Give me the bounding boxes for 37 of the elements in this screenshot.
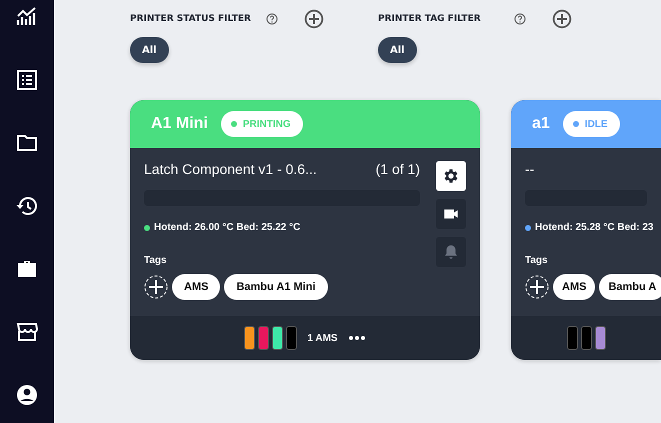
help-icon[interactable] [514, 13, 526, 25]
tag-chip[interactable]: Bambu A [599, 274, 661, 300]
printer-name: a1 [532, 115, 550, 133]
job-count: (1 of 1) [376, 161, 420, 179]
printer-name: A1 Mini [151, 115, 208, 133]
temperature-text: Hotend: 25.28 °C Bed: 23 [535, 222, 654, 233]
temperature-dot [525, 224, 531, 230]
account-icon[interactable] [15, 383, 39, 407]
tags-label: Tags [144, 255, 168, 266]
add-tag-icon[interactable] [525, 275, 549, 299]
filter-label: PRINTER STATUS FILTER [130, 14, 252, 24]
camera-button[interactable] [436, 199, 466, 229]
add-filter-icon[interactable] [304, 9, 324, 29]
filter-chip[interactable]: All [378, 37, 417, 63]
history-icon[interactable] [15, 194, 39, 218]
help-icon[interactable] [266, 13, 278, 25]
add-tag-icon[interactable] [144, 275, 168, 299]
add-filter-icon[interactable] [552, 9, 572, 29]
tags-label: Tags [525, 255, 549, 266]
status-badge: IDLE [562, 111, 620, 137]
temperature-dot [144, 224, 150, 230]
job-title: -- [525, 161, 534, 179]
ams-count: 1 AMS [307, 332, 338, 344]
settings-button[interactable] [436, 161, 466, 191]
filter-chip[interactable]: All [130, 37, 169, 63]
settings-icon [442, 167, 460, 185]
tag-chip[interactable]: Bambu A1 Mini [224, 274, 328, 300]
bell-icon [442, 243, 460, 261]
status-badge: PRINTING [220, 111, 303, 137]
filter-label: PRINTER TAG FILTER [378, 14, 482, 24]
list-icon[interactable] [15, 68, 39, 92]
tag-chip[interactable]: AMS [172, 274, 220, 300]
more-icon[interactable] [348, 335, 366, 341]
storefront-icon[interactable] [15, 320, 39, 344]
job-title: Latch Component v1 - 0.6... [144, 161, 317, 179]
temperature-text: Hotend: 26.00 °C Bed: 25.22 °C [154, 222, 300, 233]
tag-chip[interactable]: AMS [553, 274, 596, 300]
